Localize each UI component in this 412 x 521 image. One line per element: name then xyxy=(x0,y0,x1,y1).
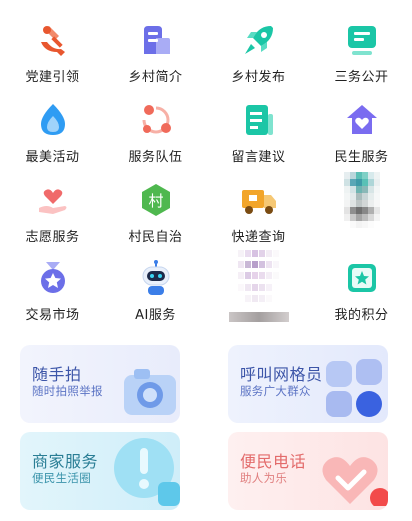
grid-item-suggestions[interactable]: 留言建议 xyxy=(207,88,310,168)
grid-item-label: 最美活动 xyxy=(25,150,80,165)
medal-star-icon xyxy=(33,258,73,298)
card-subtitle: 服务广大群众 xyxy=(240,384,311,398)
pixelated-image xyxy=(343,172,380,228)
card-title: 便民电话 xyxy=(240,452,307,471)
grid-item-label: 志愿服务 xyxy=(25,230,80,245)
grid-item-label: 服务队伍 xyxy=(128,150,183,165)
card-snapshot-report[interactable]: 随手拍 随时拍照举报 xyxy=(20,345,180,423)
grid-item-service-team[interactable]: 服务队伍 xyxy=(104,88,207,168)
camera-icon xyxy=(120,365,178,421)
card-call-grid-member[interactable]: 呼叫网格员 服务广大群众 xyxy=(228,345,388,423)
star-card-icon xyxy=(342,258,382,298)
grid-item-label: 三务公开 xyxy=(334,70,389,85)
card-title: 商家服务 xyxy=(32,452,99,471)
grid-item-livelihood[interactable]: 民生服务 xyxy=(310,88,412,168)
robot-icon xyxy=(136,258,176,298)
grid-item-label: 留言建议 xyxy=(231,150,286,165)
card-subtitle: 便民生活圈 xyxy=(32,471,91,485)
hand-heart-icon xyxy=(33,180,73,220)
grid-item-best-activity[interactable]: 最美活动 xyxy=(1,88,104,168)
grid-item-villager-autonomy[interactable]: 村 村民自治 xyxy=(104,168,207,248)
grid-item-volunteer[interactable]: 志愿服务 xyxy=(1,168,104,248)
grid-item-my-points[interactable]: 我的积分 xyxy=(310,246,412,326)
grid-item-pixelated-2[interactable] xyxy=(207,246,310,326)
grid-item-party-building[interactable]: 党建引领 xyxy=(1,8,104,88)
grid-item-label: 乡村发布 xyxy=(231,70,286,85)
home-heart-icon xyxy=(342,100,382,140)
grid-item-label: 快递查询 xyxy=(231,230,286,245)
grid-item-label: 乡村简介 xyxy=(128,70,183,85)
village-building-icon xyxy=(136,20,176,60)
heart-check-icon xyxy=(318,446,388,510)
grid-item-pixelated-1[interactable] xyxy=(310,168,412,248)
party-emblem-icon xyxy=(33,20,73,60)
team-network-icon xyxy=(136,100,176,140)
grid-item-public-affairs[interactable]: 三务公开 xyxy=(310,8,412,88)
grid-tiles-icon xyxy=(322,357,388,423)
flame-drop-icon xyxy=(33,100,73,140)
grid-item-label: 交易市场 xyxy=(25,308,80,323)
grid-item-village-publish[interactable]: 乡村发布 xyxy=(207,8,310,88)
card-title: 随手拍 xyxy=(32,365,82,384)
grid-item-label: 我的积分 xyxy=(334,308,389,323)
grid-item-ai-service[interactable]: AI服务 xyxy=(104,246,207,326)
grid-item-label: 村民自治 xyxy=(128,230,183,245)
document-lines-icon xyxy=(239,100,279,140)
grid-item-label: 党建引领 xyxy=(25,70,80,85)
grid-item-label: AI服务 xyxy=(135,308,176,323)
grid-item-express-query[interactable]: 快递查询 xyxy=(207,168,310,248)
service-grid: 党建引领 乡村简介 乡村发布 三务公开 最美活动 服务队伍 留言建议 民生服务 … xyxy=(0,0,412,335)
delivery-truck-icon xyxy=(239,180,279,220)
card-subtitle: 助人为乐 xyxy=(240,471,288,485)
rocket-icon xyxy=(239,20,279,60)
pixelated-image xyxy=(237,250,280,306)
grid-item-village-intro[interactable]: 乡村简介 xyxy=(104,8,207,88)
card-merchant-service[interactable]: 商家服务 便民生活圈 xyxy=(20,432,180,510)
village-badge-text: 村 xyxy=(148,192,163,210)
village-badge-icon: 村 xyxy=(136,180,176,220)
monitor-icon xyxy=(342,20,382,60)
card-hotline[interactable]: 便民电话 助人为乐 xyxy=(228,432,388,510)
grid-item-trading-market[interactable]: 交易市场 xyxy=(1,246,104,326)
pixelated-label xyxy=(228,312,289,322)
card-title: 呼叫网格员 xyxy=(240,365,323,384)
card-subtitle: 随时拍照举报 xyxy=(32,384,103,398)
grid-item-label: 民生服务 xyxy=(334,150,389,165)
alert-bubble-icon xyxy=(106,432,180,510)
